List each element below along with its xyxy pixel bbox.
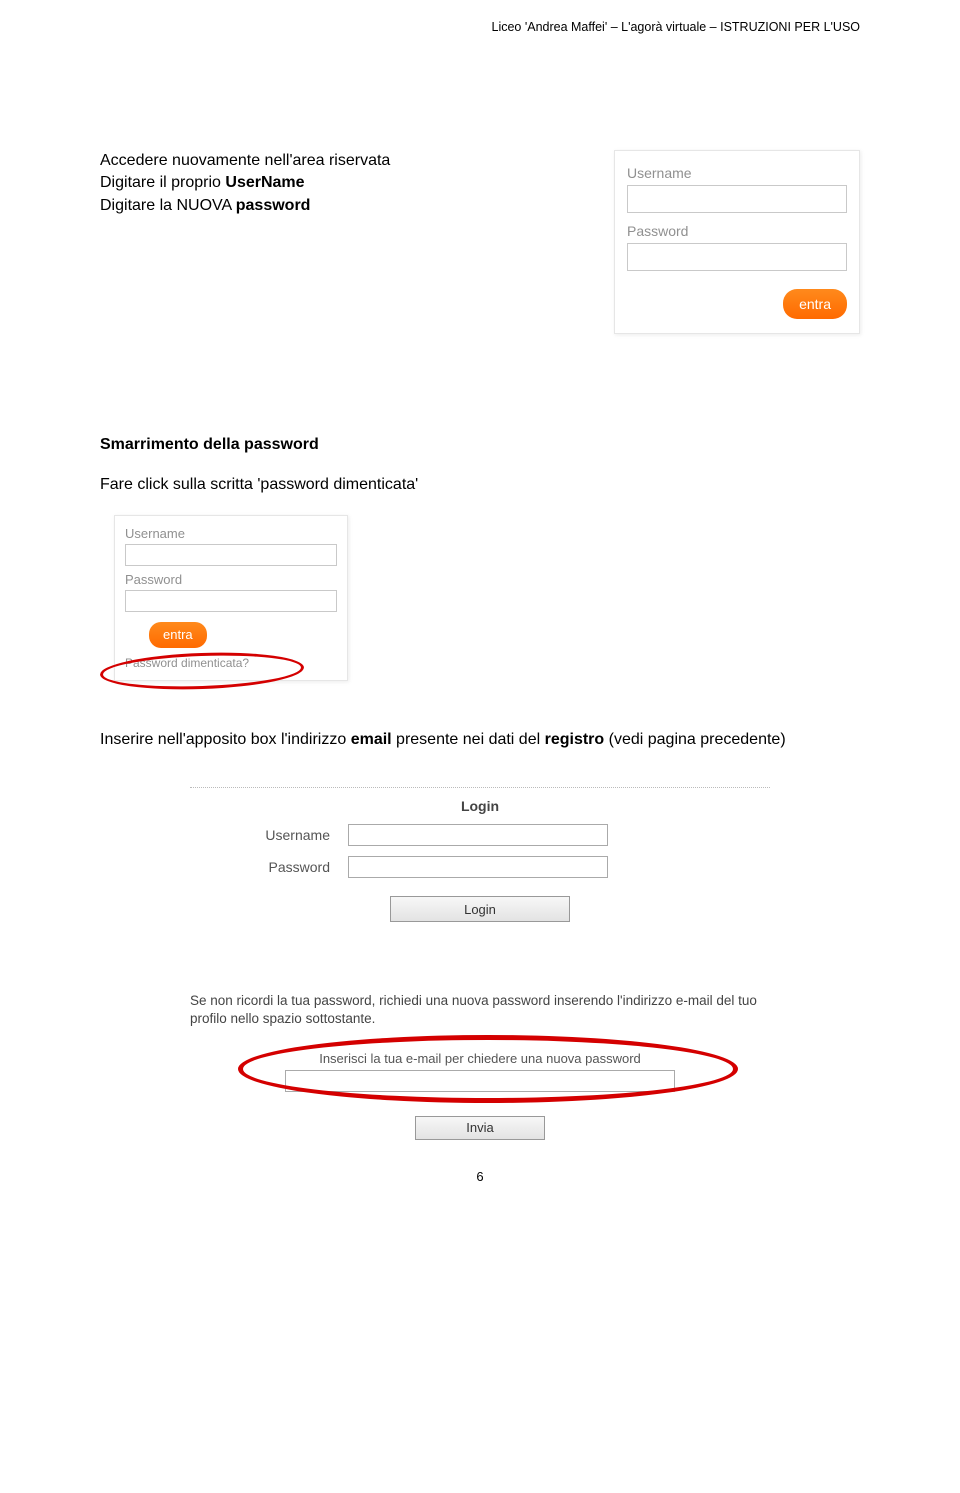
recover-email-input[interactable]	[285, 1070, 675, 1092]
password-input[interactable]	[348, 856, 608, 878]
username-label: Username	[627, 165, 847, 181]
recover-block: Se non ricordi la tua password, richiedi…	[190, 992, 770, 1139]
invia-button[interactable]: Invia	[415, 1116, 545, 1140]
password-input[interactable]	[627, 243, 847, 271]
insert-email-instruction: Inserire nell'apposito box l'indirizzo e…	[100, 729, 860, 751]
login-card-right: Username Password entra	[614, 150, 860, 334]
text-bold: UserName	[225, 174, 304, 191]
page-number: 6	[0, 1169, 960, 1184]
username-input[interactable]	[125, 544, 337, 566]
click-forgot-instruction: Fare click sulla scritta 'password dimen…	[100, 474, 860, 496]
text-bold: email	[351, 731, 392, 748]
instruction-line-1: Accedere nuovamente nell'area riservata	[100, 150, 390, 172]
username-label: Username	[190, 827, 330, 843]
password-input[interactable]	[125, 590, 337, 612]
lost-password-heading: Smarrimento della password	[100, 434, 860, 456]
document-header: Liceo 'Andrea Maffei' – L'agorà virtuale…	[492, 20, 861, 34]
username-input[interactable]	[627, 185, 847, 213]
instruction-line-3: Digitare la NUOVA password	[100, 195, 390, 217]
text: presente nei dati del	[392, 731, 545, 748]
login-panel-title: Login	[190, 787, 770, 814]
password-label: Password	[125, 572, 337, 587]
username-input[interactable]	[348, 824, 608, 846]
entra-button[interactable]: entra	[783, 289, 847, 319]
login-panel: Login Username Password Login	[190, 787, 770, 922]
text-bold: registro	[545, 731, 605, 748]
recover-email-label: Inserisci la tua e-mail per chiedere una…	[190, 1051, 770, 1066]
username-label: Username	[125, 526, 337, 541]
recover-instruction-text: Se non ricordi la tua password, richiedi…	[190, 992, 770, 1028]
text: Digitare il proprio	[100, 174, 225, 191]
text: (vedi pagina precedente)	[604, 731, 785, 748]
instruction-line-2: Digitare il proprio UserName	[100, 172, 390, 194]
entra-button[interactable]: entra	[149, 622, 207, 648]
login-card-forgot: Username Password entra Password dimenti…	[114, 515, 348, 681]
text-bold: password	[236, 197, 311, 214]
text: Digitare la NUOVA	[100, 197, 236, 214]
forgot-password-link[interactable]: Password dimenticata?	[125, 656, 337, 670]
login-button[interactable]: Login	[390, 896, 570, 922]
password-label: Password	[627, 223, 847, 239]
text: Inserire nell'apposito box l'indirizzo	[100, 731, 351, 748]
password-label: Password	[190, 859, 330, 875]
